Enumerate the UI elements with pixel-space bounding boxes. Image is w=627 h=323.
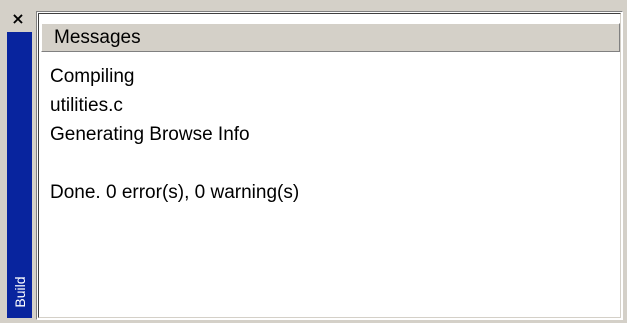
side-tab-label: Build: [11, 276, 28, 308]
build-output-window: × Build Messages Compiling utilities.c G…: [0, 0, 627, 323]
message-line: utilities.c: [50, 95, 123, 116]
build-side-tab[interactable]: Build: [7, 32, 32, 318]
side-tab-label-container: Build: [7, 272, 32, 312]
message-line-blank: [50, 149, 612, 178]
messages-column-header-label: Messages: [54, 27, 141, 48]
output-pane-inner: Messages Compiling utilities.c Generatin…: [38, 13, 621, 318]
messages-column-header[interactable]: Messages: [41, 23, 620, 52]
close-icon[interactable]: ×: [7, 8, 29, 30]
output-pane: Messages Compiling utilities.c Generatin…: [36, 11, 623, 320]
message-line: Compiling: [50, 66, 135, 87]
message-line-summary: Done. 0 error(s), 0 warning(s): [50, 182, 300, 203]
message-list[interactable]: Compiling utilities.c Generating Browse …: [50, 62, 612, 207]
message-line: Generating Browse Info: [50, 124, 250, 145]
